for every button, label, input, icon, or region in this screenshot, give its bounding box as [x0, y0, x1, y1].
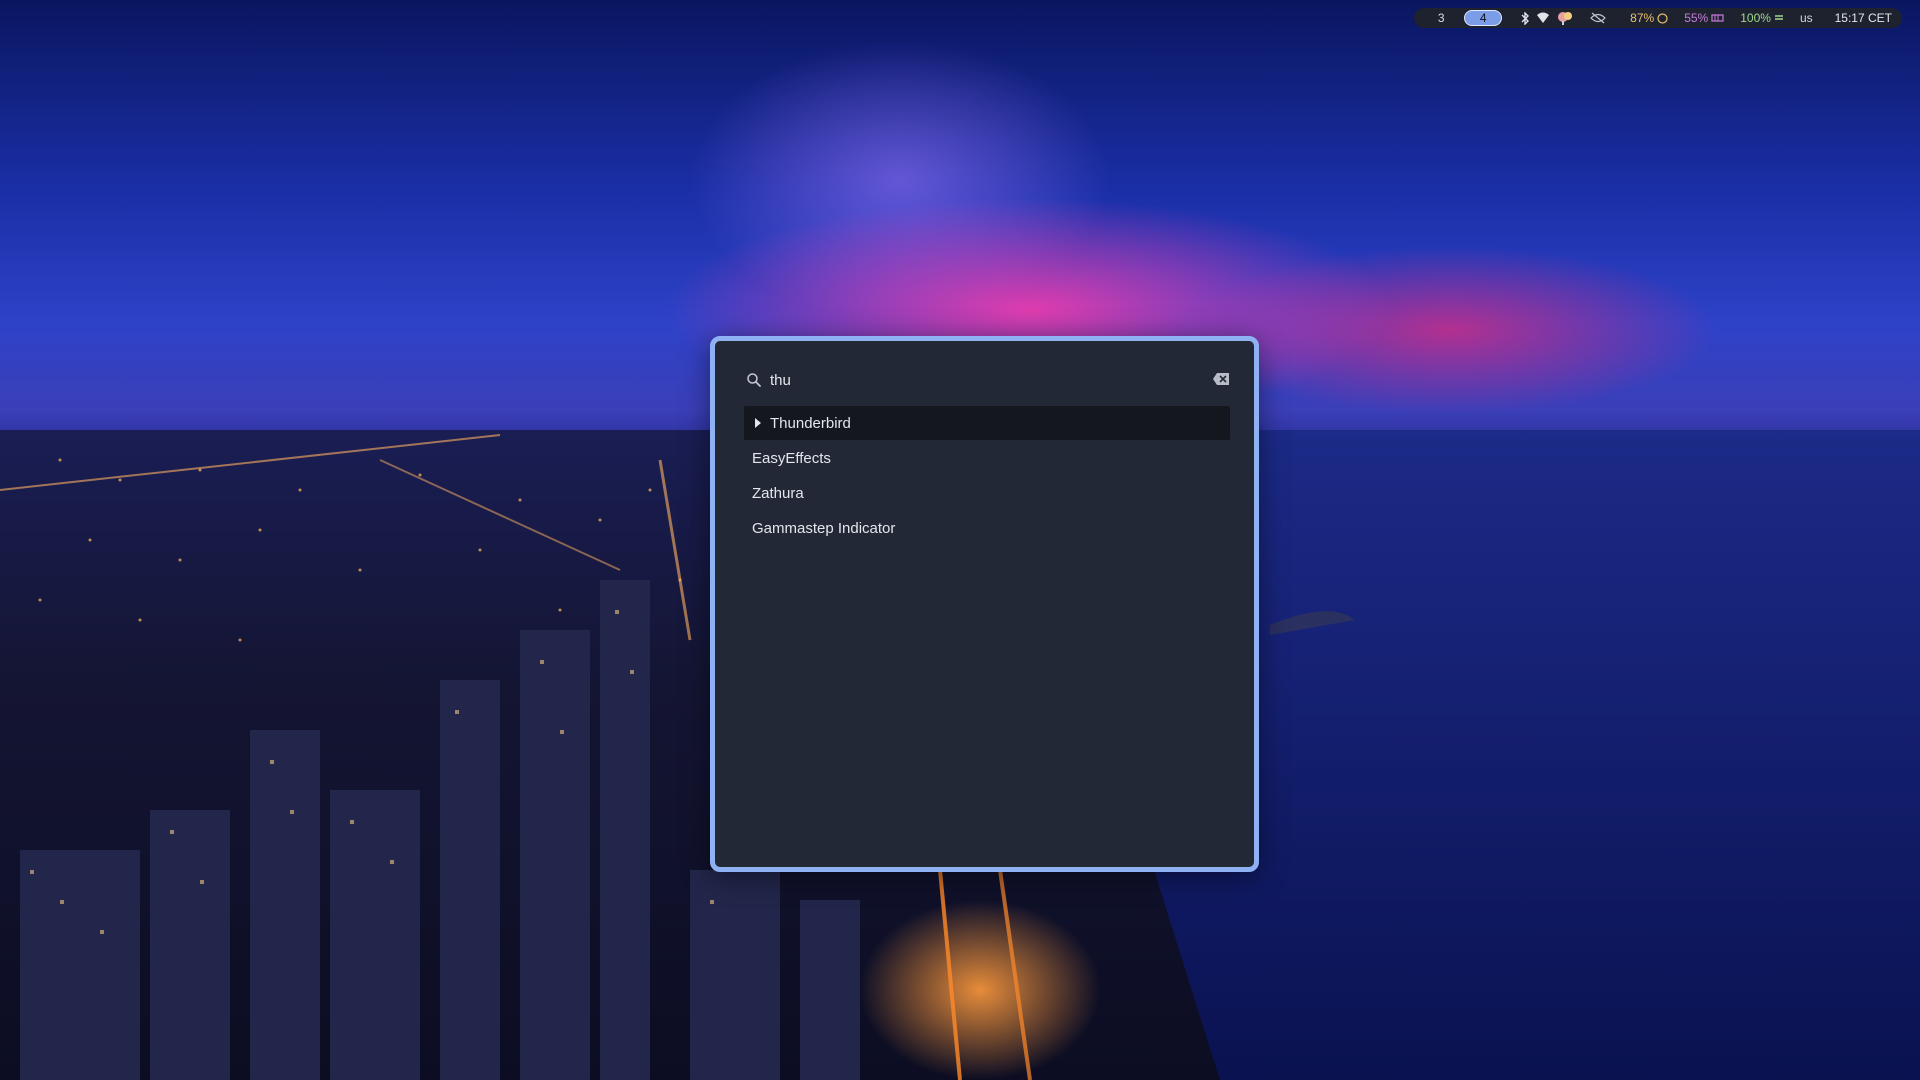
result-item-gammastep-indicator[interactable]: Gammastep Indicator [744, 511, 1230, 545]
workspace-button-3[interactable]: 3 [1422, 10, 1460, 26]
bluetooth-icon[interactable] [1520, 11, 1530, 25]
result-item-easyeffects[interactable]: EasyEffects [744, 441, 1230, 475]
battery-status: 100% [1740, 11, 1784, 25]
result-label: Gammastep Indicator [752, 519, 896, 537]
cpu-icon [1657, 12, 1668, 24]
battery-plug-icon [1774, 15, 1783, 20]
workspace-button-4[interactable]: 4 [1464, 10, 1503, 26]
app-launcher-window: Thunderbird EasyEffects Zathura Gammaste… [710, 336, 1259, 872]
battery-value: 100% [1740, 11, 1771, 25]
result-label: Zathura [752, 484, 804, 502]
desktop-wallpaper: 3 4 87% 55% 100% us 15:17 CET thu Thunde… [0, 0, 1920, 1080]
status-bar: 3 4 87% 55% 100% us 15:17 CET [1414, 8, 1902, 28]
cpu-usage-value: 87% [1630, 11, 1655, 25]
result-item-thunderbird[interactable]: Thunderbird [744, 406, 1230, 440]
memory-icon [1711, 14, 1724, 22]
search-results-list: Thunderbird EasyEffects Zathura Gammaste… [744, 406, 1230, 546]
cpu-usage: 87% [1630, 11, 1668, 25]
memory-usage: 55% [1684, 11, 1724, 25]
system-tray [1520, 11, 1607, 25]
clock[interactable]: 15:17 CET [1835, 11, 1892, 25]
search-bar [744, 367, 1230, 393]
search-icon [747, 373, 761, 387]
wifi-icon[interactable] [1536, 12, 1550, 24]
notification-icon[interactable] [1556, 11, 1574, 25]
search-input[interactable] [770, 371, 1190, 389]
result-label: EasyEffects [752, 449, 831, 467]
eye-off-icon[interactable] [1590, 12, 1607, 24]
memory-usage-value: 55% [1684, 11, 1709, 25]
result-item-zathura[interactable]: Zathura [744, 476, 1230, 510]
caret-right-icon [755, 418, 761, 428]
result-label: Thunderbird [770, 414, 851, 432]
clear-search-icon[interactable] [1212, 372, 1230, 386]
keyboard-layout[interactable]: us [1800, 11, 1813, 25]
